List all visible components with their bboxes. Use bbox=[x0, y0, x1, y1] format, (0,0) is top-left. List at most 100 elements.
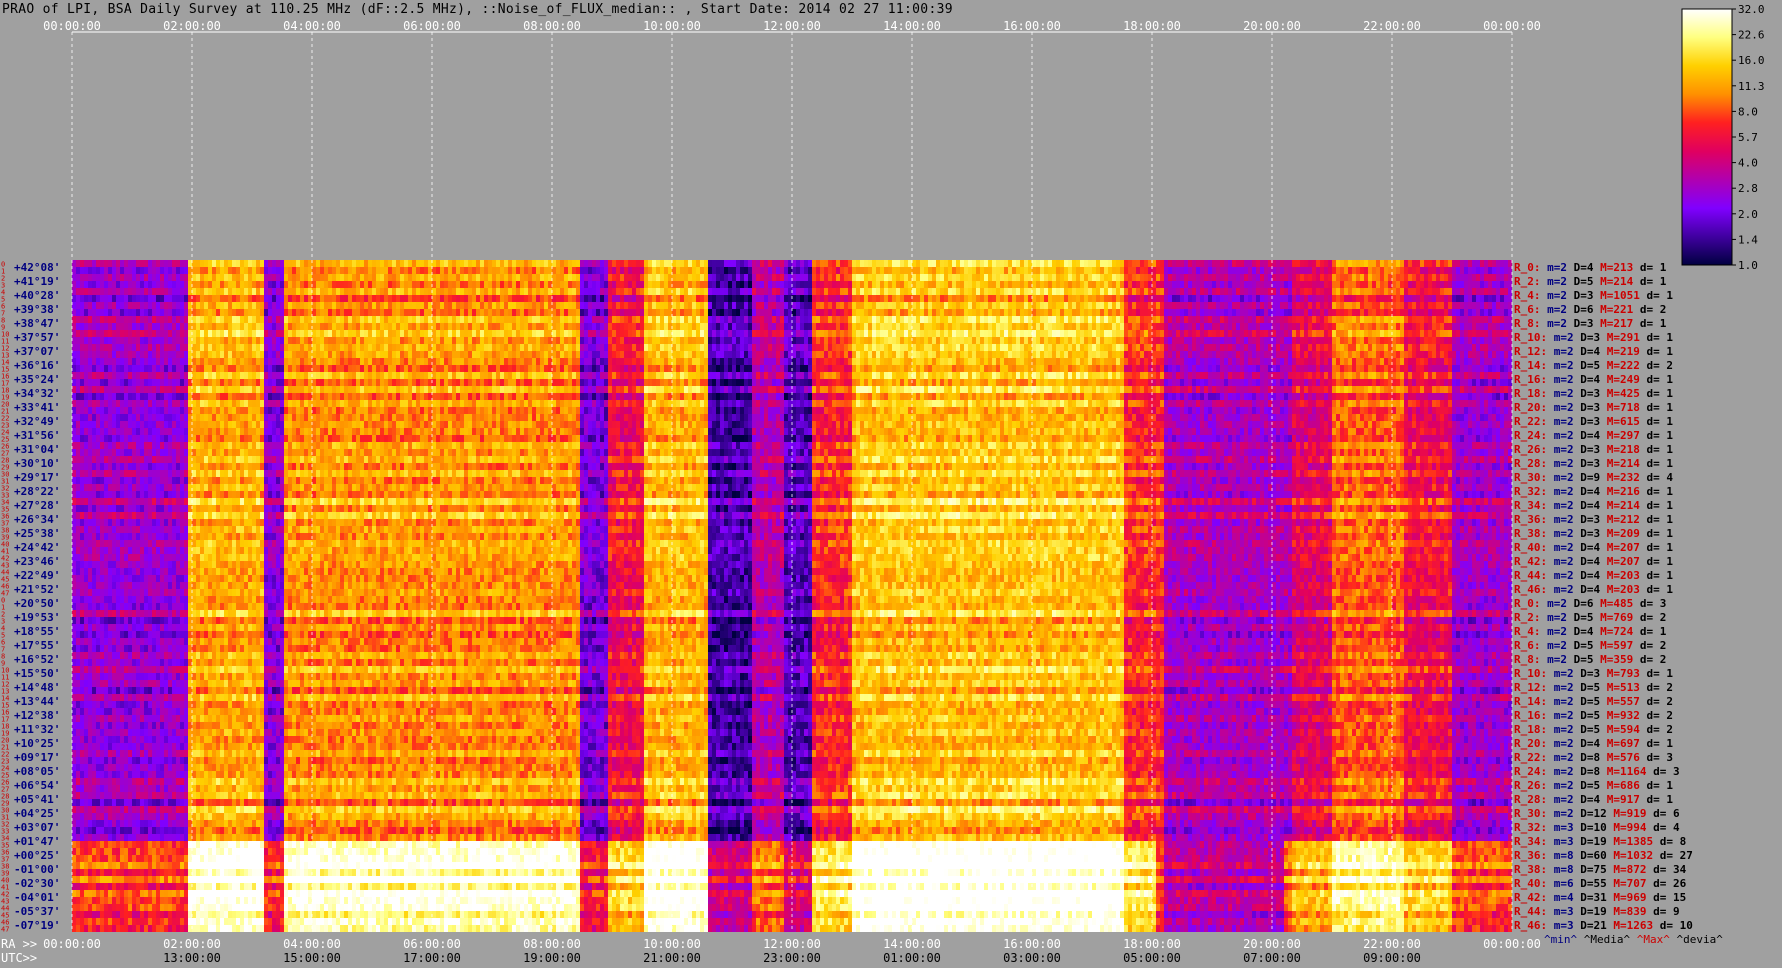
stats-row: R_26: m=2 D=5 M=686 d= 1 bbox=[1514, 779, 1673, 792]
stats-row: R_8: m=2 D=3 M=217 d= 1 bbox=[1514, 317, 1667, 330]
declination-label: +12°38' bbox=[14, 709, 60, 722]
declination-label: +15°50' bbox=[14, 667, 60, 680]
stats-row: R_38: m=8 D=75 M=872 d= 34 bbox=[1514, 863, 1687, 876]
declination-label: +39°38' bbox=[14, 303, 60, 316]
utc-tick: 13:00:00 bbox=[163, 951, 221, 965]
stats-row: R_34: m=3 D=19 M=1385 d= 8 bbox=[1514, 835, 1686, 848]
utc-tick: 15:00:00 bbox=[283, 951, 341, 965]
utc-tick: 21:00:00 bbox=[643, 951, 701, 965]
ra-tick-top: 20:00:00 bbox=[1243, 19, 1301, 33]
ra-tick-bottom: 12:00:00 bbox=[763, 937, 821, 951]
ra-tick-bottom: 06:00:00 bbox=[403, 937, 461, 951]
stats-row: R_32: m=3 D=10 M=994 d= 4 bbox=[1514, 821, 1680, 834]
utc-tick: 17:00:00 bbox=[403, 951, 461, 965]
declination-label: +37°07' bbox=[14, 345, 60, 358]
ra-tick-bottom: 00:00:00 bbox=[43, 937, 101, 951]
declination-label: +30°10' bbox=[14, 457, 60, 470]
declination-label: +05°41' bbox=[14, 793, 60, 806]
utc-tick: 23:00:00 bbox=[763, 951, 821, 965]
ra-tick-bottom: 04:00:00 bbox=[283, 937, 341, 951]
stats-row: R_28: m=2 D=4 M=917 d= 1 bbox=[1514, 793, 1673, 806]
colorbar-tick-label: 2.8 bbox=[1738, 182, 1758, 195]
ra-tick-top: 16:00:00 bbox=[1003, 19, 1061, 33]
declination-label: +24°42' bbox=[14, 541, 60, 554]
stats-row: R_20: m=2 D=3 M=718 d= 1 bbox=[1514, 401, 1673, 414]
declination-label: +14°48' bbox=[14, 681, 60, 694]
row-number: 47 bbox=[1, 926, 9, 934]
stats-row: R_20: m=2 D=4 M=697 d= 1 bbox=[1514, 737, 1673, 750]
ra-tick-top: 00:00:00 bbox=[1483, 19, 1541, 33]
utc-tick: 09:00:00 bbox=[1363, 951, 1421, 965]
colorbar-tick-label: 1.0 bbox=[1738, 259, 1758, 272]
stats-row: R_30: m=2 D=9 M=232 d= 4 bbox=[1514, 471, 1673, 484]
stats-row: R_42: m=2 D=4 M=207 d= 1 bbox=[1514, 555, 1673, 568]
stats-row: R_0: m=2 D=6 M=485 d= 3 bbox=[1514, 597, 1666, 610]
declination-label: +08°05' bbox=[14, 765, 60, 778]
utc-tick: 01:00:00 bbox=[883, 951, 941, 965]
stats-row: R_16: m=2 D=4 M=249 d= 1 bbox=[1514, 373, 1673, 386]
declination-label: +28°22' bbox=[14, 485, 60, 498]
stats-row: R_36: m=2 D=3 M=212 d= 1 bbox=[1514, 513, 1673, 526]
declination-label: +40°28' bbox=[14, 289, 60, 302]
colorbar-tick-label: 1.4 bbox=[1738, 233, 1758, 246]
ra-tick-top: 00:00:00 bbox=[43, 19, 101, 33]
stats-row: R_4: m=2 D=3 M=1051 d= 1 bbox=[1514, 289, 1673, 302]
declination-label: +03°07' bbox=[14, 821, 60, 834]
utc-axis-label: UTC>> bbox=[1, 951, 37, 965]
declination-label: +13°44' bbox=[14, 695, 60, 708]
colorbar-tick-label: 32.0 bbox=[1738, 3, 1765, 16]
colorbar bbox=[1681, 8, 1733, 266]
ra-tick-top: 02:00:00 bbox=[163, 19, 221, 33]
ra-tick-bottom: 10:00:00 bbox=[643, 937, 701, 951]
ra-tick-top: 04:00:00 bbox=[283, 19, 341, 33]
colorbar-tick-label: 8.0 bbox=[1738, 105, 1758, 118]
declination-label: -05°37' bbox=[14, 905, 60, 918]
declination-label: +25°38' bbox=[14, 527, 60, 540]
declination-label: +31°56' bbox=[14, 429, 60, 442]
declination-label: +09°17' bbox=[14, 751, 60, 764]
stats-row: R_2: m=2 D=5 M=214 d= 1 bbox=[1514, 275, 1667, 288]
declination-label: +35°24' bbox=[14, 373, 60, 386]
stats-footer: ^min^ ^Media^ ^Max^ ^devia^ bbox=[1544, 933, 1723, 946]
ra-tick-bottom: 00:00:00 bbox=[1483, 937, 1541, 951]
stats-row: R_16: m=2 D=5 M=932 d= 2 bbox=[1514, 709, 1673, 722]
stats-row: R_24: m=2 D=8 M=1164 d= 3 bbox=[1514, 765, 1680, 778]
declination-label: +04°25' bbox=[14, 807, 60, 820]
declination-label: +16°52' bbox=[14, 653, 60, 666]
declination-label: +19°53' bbox=[14, 611, 60, 624]
declination-label: +36°16' bbox=[14, 359, 60, 372]
stats-row: R_26: m=2 D=3 M=218 d= 1 bbox=[1514, 443, 1673, 456]
colorbar-tick-label: 5.7 bbox=[1738, 131, 1758, 144]
stats-row: R_38: m=2 D=3 M=209 d= 1 bbox=[1514, 527, 1673, 540]
declination-label: +32°49' bbox=[14, 415, 60, 428]
declination-label: +37°57' bbox=[14, 331, 60, 344]
ra-tick-top: 06:00:00 bbox=[403, 19, 461, 33]
ra-tick-top: 12:00:00 bbox=[763, 19, 821, 33]
stats-row: R_14: m=2 D=5 M=557 d= 2 bbox=[1514, 695, 1673, 708]
stats-row: R_4: m=2 D=4 M=724 d= 1 bbox=[1514, 625, 1667, 638]
ra-tick-top: 18:00:00 bbox=[1123, 19, 1181, 33]
declination-label: +21°52' bbox=[14, 583, 60, 596]
stats-row: R_10: m=2 D=3 M=291 d= 1 bbox=[1514, 331, 1673, 344]
stats-row: R_8: m=2 D=5 M=359 d= 2 bbox=[1514, 653, 1666, 666]
stats-row: R_18: m=2 D=5 M=594 d= 2 bbox=[1514, 723, 1673, 736]
declination-label: +27°28' bbox=[14, 499, 60, 512]
colorbar-tick-label: 11.3 bbox=[1738, 80, 1765, 93]
ra-tick-bottom: 18:00:00 bbox=[1123, 937, 1181, 951]
stats-row: R_30: m=2 D=12 M=919 d= 6 bbox=[1514, 807, 1680, 820]
utc-tick: 19:00:00 bbox=[523, 951, 581, 965]
stats-row: R_24: m=2 D=4 M=297 d= 1 bbox=[1514, 429, 1673, 442]
stats-row: R_6: m=2 D=6 M=221 d= 2 bbox=[1514, 303, 1666, 316]
ra-tick-bottom: 20:00:00 bbox=[1243, 937, 1301, 951]
stats-row: R_34: m=2 D=4 M=214 d= 1 bbox=[1514, 499, 1673, 512]
stats-row: R_42: m=4 D=31 M=969 d= 15 bbox=[1514, 891, 1686, 904]
utc-tick: 07:00:00 bbox=[1243, 951, 1301, 965]
declination-label: +31°04' bbox=[14, 443, 60, 456]
declination-label: +42°08' bbox=[14, 261, 60, 274]
stats-row: R_6: m=2 D=5 M=597 d= 2 bbox=[1514, 639, 1666, 652]
ra-tick-bottom: 22:00:00 bbox=[1363, 937, 1421, 951]
stats-row: R_12: m=2 D=4 M=219 d= 1 bbox=[1514, 345, 1673, 358]
stats-row: R_18: m=2 D=3 M=425 d= 1 bbox=[1514, 387, 1673, 400]
stats-row: R_2: m=2 D=5 M=769 d= 2 bbox=[1514, 611, 1666, 624]
ra-tick-bottom: 14:00:00 bbox=[883, 937, 941, 951]
